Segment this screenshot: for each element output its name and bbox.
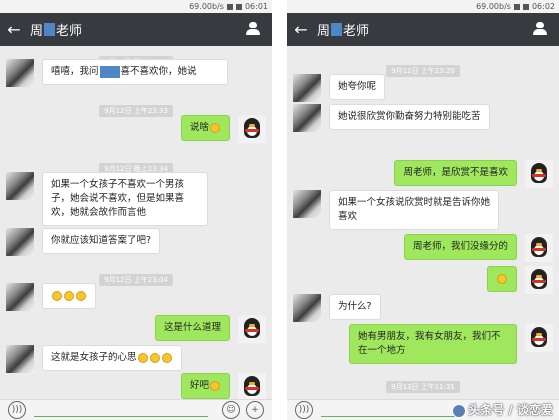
avatar[interactable]: [525, 266, 553, 294]
message-outgoing[interactable]: 周老师，我们没缘分的: [403, 234, 553, 262]
message-incoming[interactable]: 嘻嘻，我问 喜不喜欢你，她说: [6, 59, 228, 87]
person-icon[interactable]: [533, 22, 547, 36]
arrow-left-icon[interactable]: ←: [287, 20, 315, 39]
redaction-mask: [331, 23, 343, 36]
chat-header: ← 周 老师: [0, 13, 272, 46]
smile-emoji-icon: [149, 352, 160, 363]
avatar[interactable]: [238, 315, 266, 343]
signal-icon: [226, 3, 233, 10]
input-bar: ))) ☺ +: [0, 399, 272, 420]
message-incoming[interactable]: 她夸你呢: [293, 74, 386, 102]
avatar[interactable]: [293, 294, 321, 322]
chat-title: 周 老师: [317, 23, 370, 39]
message-bubble[interactable]: 她夸你呢: [329, 74, 386, 100]
message-bubble[interactable]: 她说很欣赏你勤奋努力特别能吃苦: [329, 104, 490, 130]
timestamp: 9月13日 上午11:31: [287, 374, 559, 393]
message-bubble[interactable]: 为什么?: [329, 294, 381, 320]
smile-emoji-icon: [64, 290, 74, 301]
message-bubble[interactable]: [487, 266, 517, 292]
message-outgoing[interactable]: 好吧: [180, 373, 266, 401]
person-icon[interactable]: [246, 22, 260, 36]
avatar[interactable]: [6, 228, 34, 256]
message-incoming[interactable]: 如果一个女孩子不喜欢一个男孩子，她会说不喜欢，但是如果喜欢，她就会故作而言他: [6, 172, 208, 226]
message-bubble[interactable]: 这就是女孩子的心思: [42, 345, 182, 371]
status-bar: 69.00b/s 06:01: [0, 0, 272, 13]
emoji-icon[interactable]: ☺: [222, 401, 240, 419]
message-bubble[interactable]: 说啥: [180, 115, 230, 141]
smile-emoji-icon: [76, 290, 86, 301]
add-icon[interactable]: +: [246, 401, 264, 419]
message-bubble[interactable]: 这是什么道理: [154, 315, 230, 341]
avatar[interactable]: [293, 190, 321, 218]
message-outgoing[interactable]: 她有男朋友，我有女朋友，我们不在一个地方: [349, 324, 553, 364]
message-bubble[interactable]: 如果一个女孩子不喜欢一个男孩子，她会说不喜欢，但是如果喜欢，她就会故作而言他: [42, 172, 208, 226]
message-bubble[interactable]: 好吧: [180, 373, 230, 399]
message-incoming[interactable]: [6, 283, 96, 311]
battery-icon: [522, 3, 529, 10]
message-list[interactable]: 9月12日 上午23:20 她夸你呢 她说很欣赏你勤奋努力特别能吃苦 周老师，是…: [287, 46, 559, 393]
message-incoming[interactable]: 为什么?: [293, 294, 381, 322]
message-bubble[interactable]: 周老师，我们没缘分的: [403, 234, 517, 260]
smile-emoji-icon: [210, 122, 220, 133]
arrow-left-icon[interactable]: ←: [0, 20, 28, 39]
message-bubble[interactable]: 你就应该知道答案了吧?: [42, 228, 161, 254]
chat-header: ← 周 老师: [287, 13, 559, 46]
status-bar: 69.00b/s 06:02: [287, 0, 559, 13]
chat-title: 周 老师: [30, 23, 83, 39]
avatar[interactable]: [525, 160, 553, 188]
avatar[interactable]: [525, 324, 553, 352]
message-outgoing[interactable]: 周老师，是欣赏不是喜欢: [394, 160, 553, 188]
network-speed: 69.00b/s: [476, 2, 511, 11]
message-bubble[interactable]: 如果一个女孩说欣赏时就是告诉你她喜欢: [329, 190, 499, 230]
message-incoming[interactable]: 她说很欣赏你勤奋努力特别能吃苦: [293, 104, 490, 132]
left-phone-screen: 69.00b/s 06:01 ← 周 老师 9月12日 晚上23:33 嘻嘻，我…: [0, 0, 272, 420]
message-input[interactable]: [321, 400, 459, 417]
message-outgoing[interactable]: 说啥: [180, 115, 266, 143]
message-bubble[interactable]: 周老师，是欣赏不是喜欢: [394, 160, 517, 186]
message-outgoing[interactable]: [487, 266, 553, 294]
smile-emoji-icon: [497, 273, 507, 284]
voice-icon[interactable]: ))): [8, 401, 26, 419]
message-incoming[interactable]: 这就是女孩子的心思: [6, 345, 182, 373]
redaction-mask: [44, 23, 56, 36]
clock: 06:02: [531, 2, 555, 11]
message-list[interactable]: 9月12日 晚上23:33 嘻嘻，我问喜不喜欢你，她说 9月12日 上午23:3…: [0, 46, 272, 384]
message-incoming[interactable]: 如果一个女孩说欣赏时就是告诉你她喜欢: [293, 190, 499, 230]
message-incoming[interactable]: 你就应该知道答案了吧?: [6, 228, 161, 256]
redaction-mask: [99, 65, 120, 78]
avatar[interactable]: [238, 115, 266, 143]
watermark-logo-icon: [452, 403, 467, 418]
watermark: 头条号 / 谈恋爱: [452, 401, 553, 418]
message-input[interactable]: [34, 400, 208, 417]
avatar[interactable]: [293, 74, 321, 102]
avatar[interactable]: [6, 172, 34, 200]
smile-emoji-icon: [210, 380, 220, 391]
network-speed: 69.00b/s: [189, 2, 224, 11]
clock: 06:01: [244, 2, 268, 11]
smile-emoji-icon: [161, 352, 172, 363]
signal-icon: [513, 3, 520, 10]
avatar[interactable]: [6, 59, 34, 87]
right-phone-screen: 69.00b/s 06:02 ← 周 老师 9月12日 上午23:20 她夸你呢…: [287, 0, 559, 420]
message-bubble[interactable]: 嘻嘻，我问 喜不喜欢你，她说: [42, 59, 228, 85]
avatar[interactable]: [293, 104, 321, 132]
message-outgoing[interactable]: 这是什么道理: [154, 315, 266, 343]
message-bubble[interactable]: [42, 283, 96, 309]
avatar[interactable]: [6, 283, 34, 311]
avatar[interactable]: [6, 345, 34, 373]
message-bubble[interactable]: 她有男朋友，我有女朋友，我们不在一个地方: [349, 324, 517, 364]
avatar[interactable]: [525, 234, 553, 262]
battery-icon: [235, 3, 242, 10]
smile-emoji-icon: [52, 290, 62, 301]
avatar[interactable]: [238, 373, 266, 401]
voice-icon[interactable]: ))): [295, 401, 313, 419]
smile-emoji-icon: [137, 352, 148, 363]
